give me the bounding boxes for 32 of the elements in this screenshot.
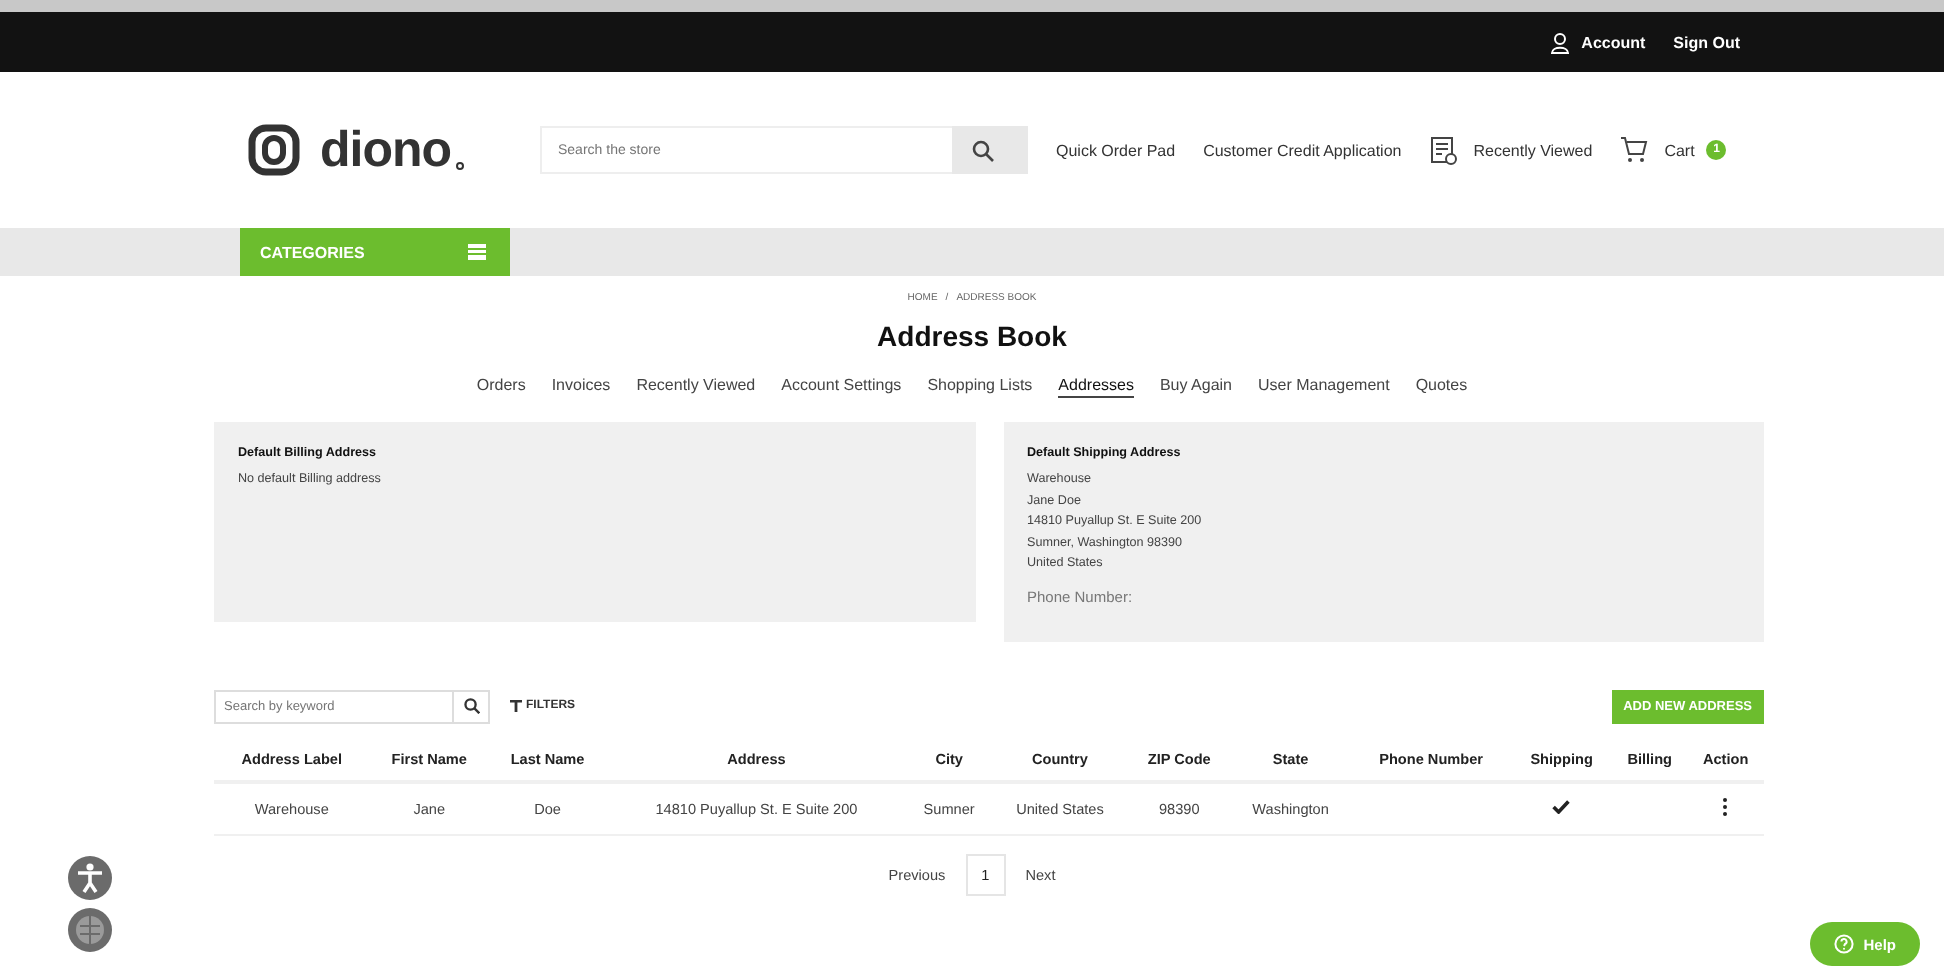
account-link[interactable]: Account	[1581, 33, 1646, 51]
accessibility-icon[interactable]	[68, 856, 112, 900]
account-tab[interactable]: User Management	[1258, 376, 1390, 398]
account-tab[interactable]: Addresses	[1058, 376, 1134, 398]
search-icon	[971, 139, 993, 161]
search-button[interactable]	[454, 689, 490, 723]
filter-icon	[510, 700, 522, 712]
page-title: Address Book	[875, 320, 1069, 352]
account-tab[interactable]: Quotes	[1415, 376, 1468, 398]
account-tab[interactable]: Recently Viewed	[636, 376, 756, 398]
recently-viewed-link[interactable]: Recently Viewed	[1473, 141, 1593, 159]
account-tab[interactable]: Orders	[476, 376, 526, 398]
sign-out-link[interactable]: Sign Out	[1673, 33, 1740, 51]
header-link[interactable]: Customer Credit Application	[1203, 141, 1402, 159]
cart-link[interactable]: Cart	[1664, 141, 1695, 159]
globe-icon[interactable]	[68, 908, 112, 952]
list-icon	[468, 244, 486, 260]
registered-mark	[455, 161, 464, 169]
more-options-icon[interactable]	[1722, 798, 1729, 816]
logo-icon	[248, 124, 300, 176]
user-icon	[1549, 31, 1570, 53]
search-icon	[463, 698, 479, 714]
list-document-icon	[1429, 135, 1458, 165]
cart-icon	[1620, 136, 1649, 164]
account-tab[interactable]: Buy Again	[1159, 376, 1232, 398]
search-button[interactable]	[952, 126, 1028, 174]
account-tab[interactable]: Shopping Lists	[927, 376, 1033, 398]
header-link[interactable]: Quick Order Pad	[1056, 141, 1176, 159]
logo-text[interactable]: diono	[320, 121, 452, 179]
account-tab[interactable]: Invoices	[551, 376, 611, 398]
question-icon	[1833, 934, 1854, 954]
account-tab[interactable]: Account Settings	[781, 376, 902, 398]
